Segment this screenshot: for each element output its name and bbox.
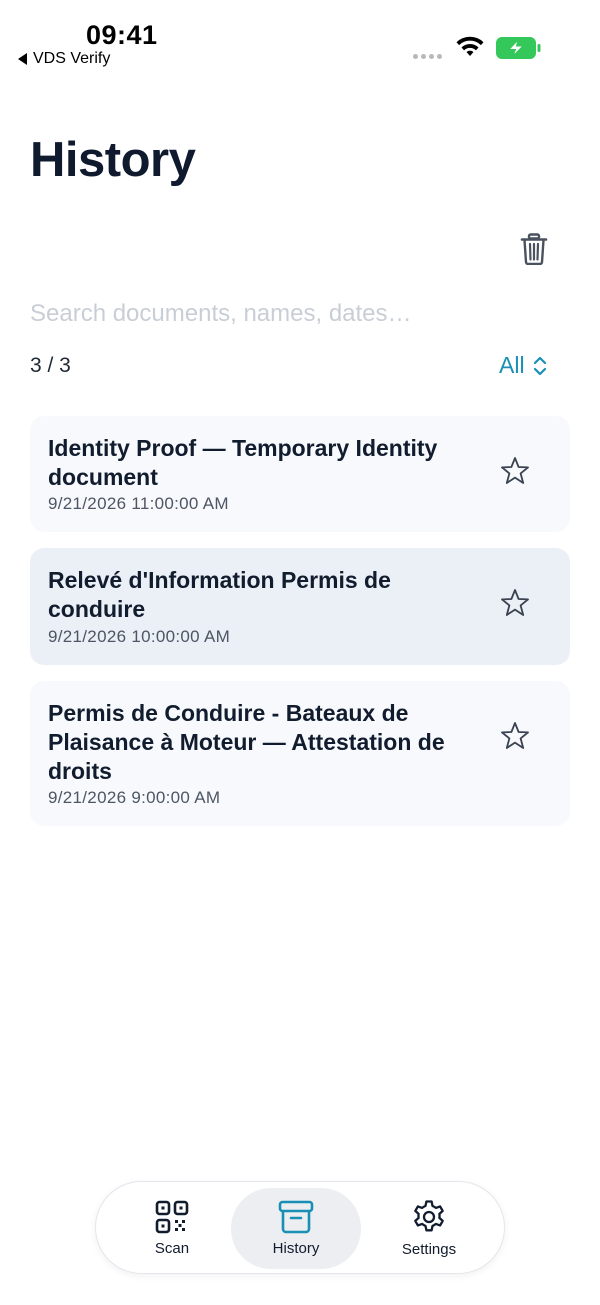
chevron-up-down-icon	[533, 356, 546, 375]
wifi-icon	[456, 36, 484, 56]
filter-label: All	[499, 352, 525, 378]
status-bar: 09:41 VDS Verify	[0, 0, 600, 80]
document-date: 9/21/2026 10:00:00 AM	[48, 627, 231, 646]
history-list-item[interactable]: Relevé d'Information Permis de conduire …	[30, 548, 570, 665]
tab-history-label: History	[272, 1240, 320, 1257]
qr-code-icon	[155, 1200, 189, 1234]
archive-box-icon	[278, 1200, 314, 1234]
back-app-label: VDS Verify	[33, 50, 111, 67]
page-title: History	[30, 133, 196, 187]
star-icon[interactable]	[500, 588, 530, 618]
search-input[interactable]	[30, 296, 570, 332]
document-date: 9/21/2026 11:00:00 AM	[48, 494, 229, 513]
tab-settings[interactable]: Settings	[364, 1188, 494, 1269]
tab-bar: Scan History Settings	[95, 1181, 505, 1274]
trash-icon[interactable]	[520, 233, 548, 265]
document-title: Identity Proof — Temporary Identity docu…	[48, 435, 438, 490]
history-list-item[interactable]: Identity Proof — Temporary Identity docu…	[30, 416, 570, 532]
tab-scan-label: Scan	[154, 1240, 190, 1257]
document-title: Relevé d'Information Permis de conduire	[48, 567, 391, 622]
filter-select[interactable]: All	[499, 352, 547, 379]
results-count: 3 / 3	[30, 354, 71, 377]
star-icon[interactable]	[500, 456, 530, 486]
star-icon[interactable]	[500, 721, 530, 751]
back-to-app-link[interactable]: VDS Verify	[18, 50, 110, 68]
history-list-item[interactable]: Permis de Conduire - Bateaux de Plaisanc…	[30, 681, 570, 826]
cellular-signal-icon	[413, 54, 442, 59]
battery-charging-icon	[496, 37, 541, 59]
gear-icon	[414, 1200, 444, 1232]
back-triangle-icon	[18, 53, 27, 65]
status-time: 09:41	[86, 20, 158, 50]
document-date: 9/21/2026 9:00:00 AM	[48, 788, 221, 807]
tab-history[interactable]: History	[231, 1188, 361, 1269]
tab-settings-label: Settings	[401, 1241, 457, 1258]
tab-scan[interactable]: Scan	[107, 1188, 237, 1269]
document-title: Permis de Conduire - Bateaux de Plaisanc…	[48, 700, 445, 784]
